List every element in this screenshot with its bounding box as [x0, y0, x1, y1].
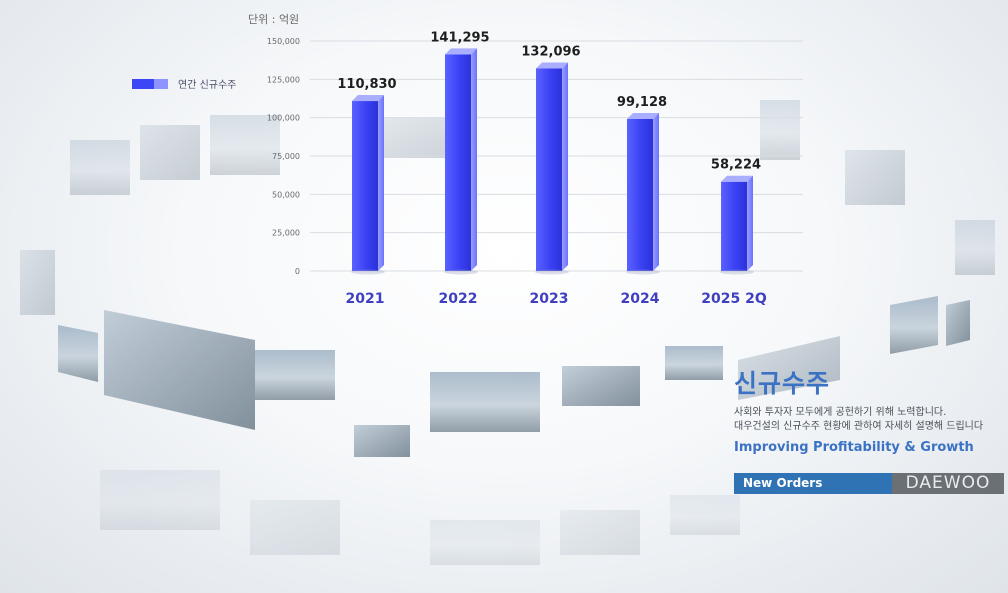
- bar-2022: 141,295: [430, 30, 490, 275]
- bar-front: [352, 101, 378, 271]
- data-label: 110,830: [337, 77, 396, 92]
- bar-shadow: [626, 269, 660, 275]
- y-tick-label: 50,000: [272, 190, 300, 199]
- new-orders-bar: New Orders DAEWOO: [734, 473, 1004, 494]
- data-label: 58,224: [711, 158, 761, 173]
- x-tick-label: 2024: [621, 291, 660, 307]
- x-tick-label: 2022: [439, 291, 478, 307]
- info-panel: 신규수주 사회와 투자자 모두에게 공헌하기 위해 노력합니다. 대우건설의 신…: [734, 368, 1006, 494]
- bar-side: [378, 95, 384, 271]
- y-axis: 0 25,000 50,000 75,000 100,000 125,000 150,000: [267, 37, 300, 276]
- y-tick-label: 0: [295, 267, 300, 276]
- bar-front: [721, 181, 747, 271]
- bar-side: [747, 175, 753, 271]
- legend: 연간 신규수주: [132, 79, 236, 91]
- info-desc-line1: 사회와 투자자 모두에게 공헌하기 위해 노력합니다.: [734, 407, 947, 418]
- data-label: 132,096: [521, 44, 580, 59]
- new-orders-label: New Orders: [743, 476, 823, 490]
- bar-front: [536, 68, 562, 272]
- bar-shadow: [351, 269, 385, 275]
- x-tick-label: 2025 2Q: [701, 291, 767, 307]
- x-axis: 2021 2022 2023 2024 2025 2Q: [346, 291, 767, 307]
- x-tick-label: 2023: [530, 291, 569, 307]
- bar-side: [562, 62, 568, 271]
- bar-2021: 110,830: [337, 77, 397, 275]
- y-tick-label: 25,000: [272, 229, 300, 238]
- info-desc-line2: 대우건설의 신규수주 현황에 관하여 자세히 설명해 드립니다: [734, 421, 984, 432]
- unit-label: 단위 : 억원: [248, 13, 299, 26]
- bars: 110,830 141,295 132,096 99,128 58,224: [337, 30, 761, 275]
- legend-swatch-light: [154, 79, 168, 89]
- bar-side: [471, 48, 477, 271]
- data-label: 141,295: [430, 30, 489, 45]
- legend-label: 연간 신규수주: [178, 79, 236, 91]
- y-tick-label: 75,000: [272, 152, 300, 161]
- bar-shadow: [720, 269, 754, 275]
- bar-shadow: [444, 269, 478, 275]
- legend-swatch: [132, 79, 154, 89]
- bar-front: [445, 54, 471, 271]
- info-subtitle: Improving Profitability & Growth: [734, 440, 974, 455]
- data-label: 99,128: [617, 95, 667, 110]
- y-tick-label: 100,000: [267, 114, 300, 123]
- info-description: 사회와 투자자 모두에게 공헌하기 위해 노력합니다. 대우건설의 신규수주 현…: [734, 406, 1006, 434]
- daewoo-logo: DAEWOO: [892, 473, 1004, 494]
- y-tick-label: 150,000: [267, 37, 300, 46]
- new-orders-bar-chart: 단위 : 억원 연간 신규수주 0 25,000 50,000 75,000 100,0…: [132, 13, 803, 307]
- bar-side: [653, 113, 659, 272]
- bar-2024: 99,128: [617, 95, 667, 275]
- bar-shadow: [535, 269, 569, 275]
- bar-2025-2Q: 58,224: [711, 158, 761, 275]
- bar-front: [627, 119, 653, 272]
- info-title: 신규수주: [734, 369, 831, 398]
- x-tick-label: 2021: [346, 291, 385, 307]
- y-tick-label: 125,000: [267, 75, 300, 84]
